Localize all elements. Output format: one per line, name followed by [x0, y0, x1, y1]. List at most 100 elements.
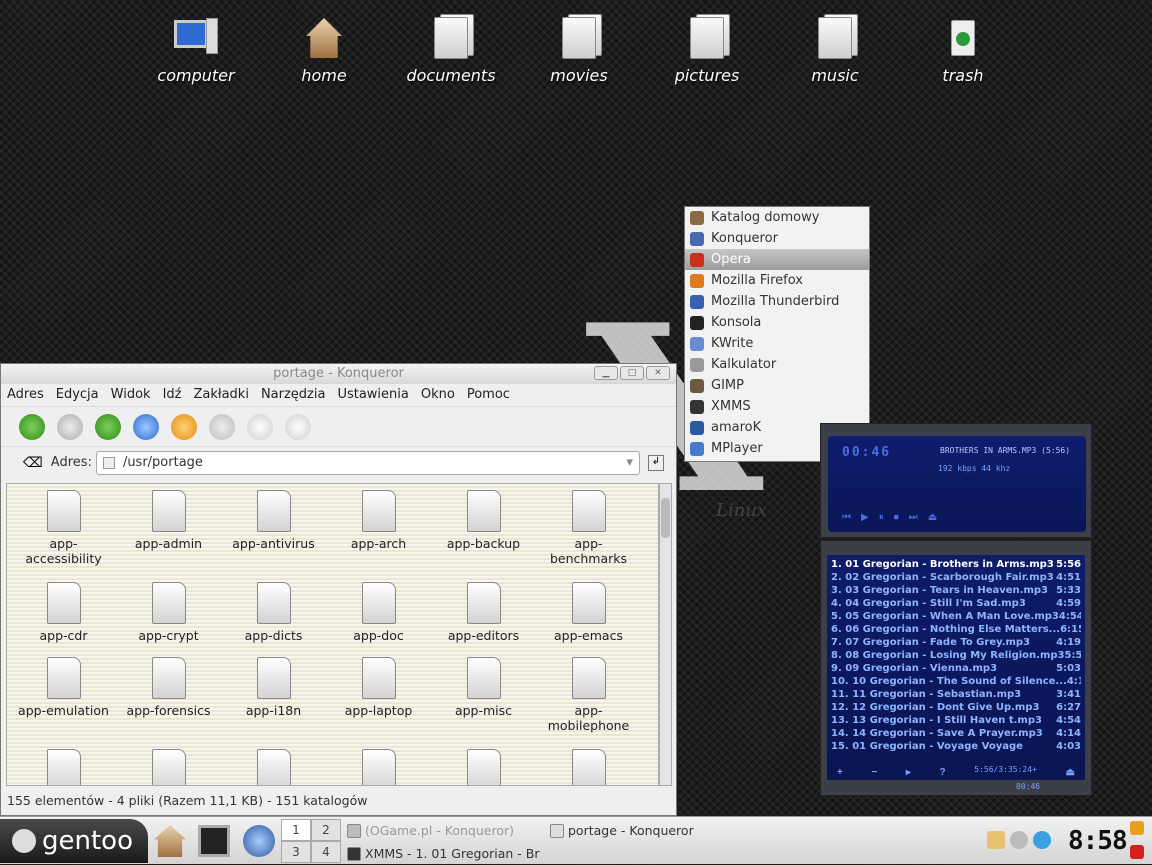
vertical-scrollbar[interactable] [659, 483, 672, 786]
minimize-icon[interactable]: ▁ [594, 366, 618, 380]
desktop-icon-pictures[interactable]: pictures [652, 14, 762, 85]
desktop-icon-music[interactable]: music [780, 14, 890, 85]
folder-item[interactable]: app-dicts [221, 576, 326, 651]
menu-widok[interactable]: Widok [111, 384, 151, 406]
desktop-1[interactable]: 1 [281, 819, 311, 841]
folder-item[interactable]: app-misc [431, 651, 536, 743]
playlist-row[interactable]: 9. 09 Gregorian - Vienna.mp3 5:03 [831, 662, 1081, 675]
playlist-row[interactable]: 3. 03 Gregorian - Tears in Heaven.mp3 5:3… [831, 584, 1081, 597]
folder-item[interactable] [326, 743, 431, 785]
playlist-row[interactable]: 4. 04 Gregorian - Still I'm Sad.mp3 4:59 [831, 597, 1081, 610]
logout-icon[interactable] [1130, 845, 1144, 859]
settings-gear-icon[interactable] [1033, 831, 1051, 849]
misc-icon[interactable]: ? [940, 765, 946, 781]
folder-item[interactable] [11, 743, 116, 785]
menu-item-gimp[interactable]: GIMP [685, 375, 869, 396]
folder-item[interactable]: app-forensics [116, 651, 221, 743]
folder-item[interactable]: app-cdr [11, 576, 116, 651]
folder-item[interactable]: app-emacs [536, 576, 641, 651]
menu-item-katalog-domowy[interactable]: Katalog domowy [685, 207, 869, 228]
playlist-row[interactable]: 10. 10 Gregorian - The Sound of Silence.… [831, 675, 1081, 688]
folder-item[interactable]: app-admin [116, 484, 221, 576]
tray-eye-icon[interactable] [1010, 831, 1028, 849]
playlist-row[interactable]: 2. 02 Gregorian - Scarborough Fair.mp3 4:… [831, 571, 1081, 584]
task-button[interactable]: portage - Konqueror [548, 820, 748, 842]
clear-location-icon[interactable]: ⌫ [23, 455, 43, 471]
folder-item[interactable]: app- mobilephone [536, 651, 641, 743]
remove-icon[interactable]: − [871, 765, 877, 781]
playlist-row[interactable]: 1. 01 Gregorian - Brothers in Arms.mp3 5:… [831, 558, 1081, 571]
playlist-row[interactable]: 13. 13 Gregorian - I Still Haven t.mp3 4:… [831, 714, 1081, 727]
scrollbar-thumb[interactable] [661, 498, 670, 538]
folder-item[interactable]: app-arch [326, 484, 431, 576]
menu-item-kalkulator[interactable]: Kalkulator [685, 354, 869, 375]
folder-item[interactable]: app-backup [431, 484, 536, 576]
lock-icon[interactable] [1130, 821, 1144, 835]
desktop-icon-movies[interactable]: movies [524, 14, 634, 85]
add-icon[interactable]: + [837, 765, 843, 781]
desktop-3[interactable]: 3 [281, 841, 311, 863]
forward-arrow-icon[interactable] [57, 413, 83, 440]
start-button[interactable]: gentoo [0, 819, 148, 863]
klipper-icon[interactable] [987, 831, 1005, 849]
desktop-4[interactable]: 4 [311, 841, 341, 863]
playlist-row[interactable]: 12. 12 Gregorian - Dont Give Up.mp3 6:27 [831, 701, 1081, 714]
menu-zakładki[interactable]: Zakładki [193, 384, 248, 406]
maximize-icon[interactable]: □ [620, 366, 644, 380]
playlist-row[interactable]: 15. 01 Gregorian - Voyage Voyage 4:03 [831, 740, 1081, 753]
select-icon[interactable]: ▸ [906, 765, 911, 781]
desktop-icon-documents[interactable]: documents [396, 14, 506, 85]
menu-narzędzia[interactable]: Narzędzia [261, 384, 326, 406]
menu-item-konqueror[interactable]: Konqueror [685, 228, 869, 249]
go-icon[interactable]: ↲ [647, 454, 664, 471]
menu-edycja[interactable]: Edycja [56, 384, 99, 406]
menu-adres[interactable]: Adres [7, 384, 44, 406]
desktop-icon-home[interactable]: home [269, 14, 379, 85]
task-button[interactable]: (OGame.pl - Konqueror) [345, 820, 545, 842]
folder-item[interactable] [221, 743, 326, 785]
menu-idź[interactable]: Idź [163, 384, 182, 406]
menu-item-opera[interactable]: Opera [685, 249, 869, 270]
folder-item[interactable]: app- accessibility [11, 484, 116, 576]
stop-icon[interactable] [209, 413, 235, 440]
window-titlebar[interactable]: portage - Konqueror ▁ □ ✕ [1, 364, 676, 384]
home-icon[interactable] [133, 413, 159, 440]
terminal-icon[interactable] [198, 825, 230, 857]
up-arrow-icon[interactable] [95, 413, 121, 440]
zoom-out-icon[interactable] [285, 413, 311, 440]
desktop-icon-trash[interactable]: trash [908, 14, 1018, 85]
menu-okno[interactable]: Okno [421, 384, 455, 406]
folder-item[interactable]: app-doc [326, 576, 431, 651]
zoom-in-icon[interactable] [247, 413, 273, 440]
playlist-row[interactable]: 5. 05 Gregorian - When A Man Love.mp3 4:5… [831, 610, 1081, 623]
playlist-row[interactable]: 7. 07 Gregorian - Fade To Grey.mp3 4:19 [831, 636, 1081, 649]
folder-item[interactable]: app-editors [431, 576, 536, 651]
menu-item-mozilla-firefox[interactable]: Mozilla Firefox [685, 270, 869, 291]
back-arrow-icon[interactable] [19, 413, 45, 440]
list-menu-icon[interactable]: ⏏ [1066, 765, 1075, 781]
chevron-down-icon[interactable]: ▾ [626, 452, 633, 474]
folder-item[interactable]: app- benchmarks [536, 484, 641, 576]
folder-item[interactable]: app-crypt [116, 576, 221, 651]
address-input[interactable]: /usr/portage ▾ [95, 450, 640, 475]
close-icon[interactable]: ✕ [646, 366, 670, 380]
folder-item[interactable]: app-emulation [11, 651, 116, 743]
folder-item[interactable]: app-laptop [326, 651, 431, 743]
folder-item[interactable] [116, 743, 221, 785]
menu-item-kwrite[interactable]: KWrite [685, 333, 869, 354]
menu-ustawienia[interactable]: Ustawienia [337, 384, 408, 406]
folder-item[interactable] [431, 743, 536, 785]
menu-item-xmms[interactable]: XMMS [685, 396, 869, 417]
reload-icon[interactable] [171, 413, 197, 440]
browser-globe-icon[interactable] [243, 825, 275, 857]
playlist-row[interactable]: 11. 11 Gregorian - Sebastian.mp3 3:41 [831, 688, 1081, 701]
home-icon[interactable] [154, 825, 186, 857]
task-button[interactable]: XMMS - 1. 01 Gregorian - Bro [345, 843, 540, 865]
desktop-2[interactable]: 2 [311, 819, 341, 841]
playlist-row[interactable]: 8. 08 Gregorian - Losing My Religion.mp3… [831, 649, 1081, 662]
desktop-icon-computer[interactable]: computer [141, 14, 251, 85]
folder-item[interactable] [536, 743, 641, 785]
folder-item[interactable]: app-i18n [221, 651, 326, 743]
playlist-row[interactable]: 6. 06 Gregorian - Nothing Else Matters..… [831, 623, 1081, 636]
menu-item-konsola[interactable]: Konsola [685, 312, 869, 333]
